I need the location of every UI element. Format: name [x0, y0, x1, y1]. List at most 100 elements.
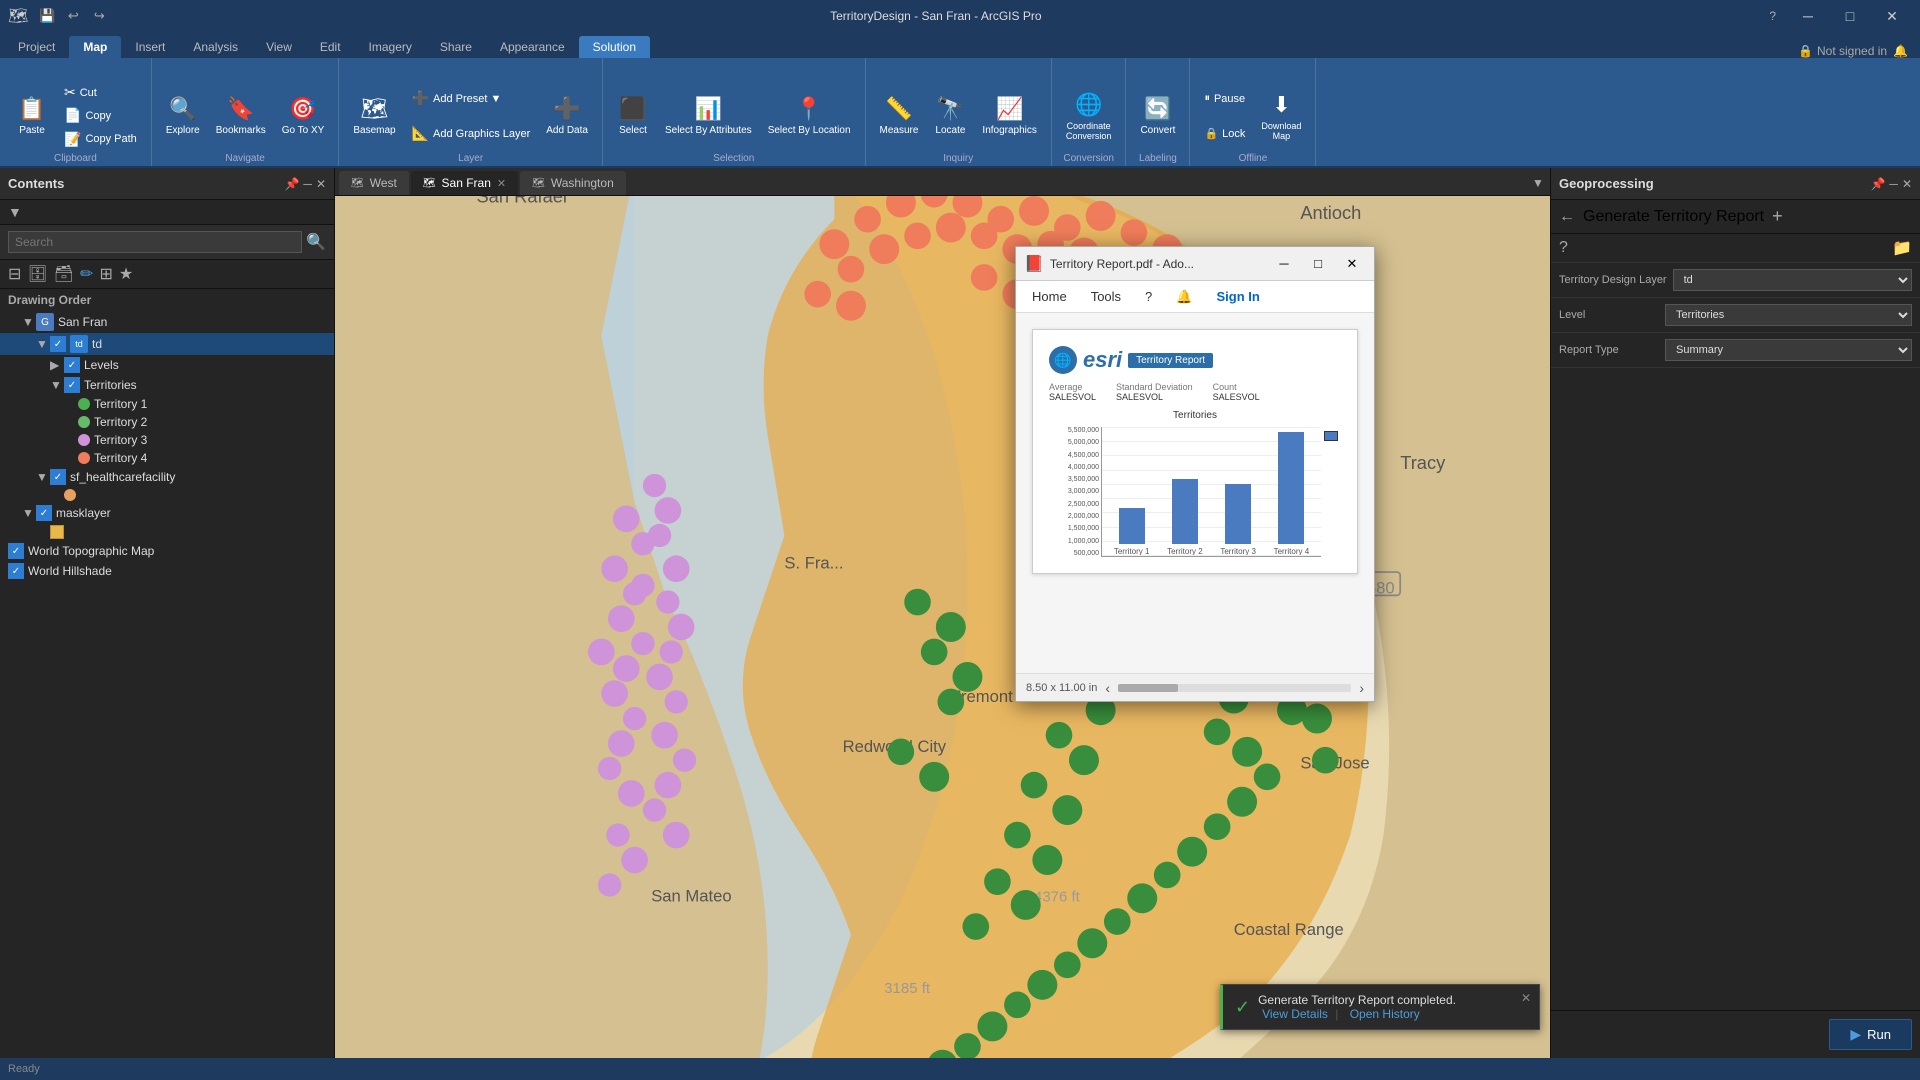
- pdf-signin[interactable]: Sign In: [1216, 289, 1259, 304]
- view-details-link[interactable]: View Details: [1262, 1007, 1328, 1021]
- pdf-maximize[interactable]: □: [1304, 251, 1332, 277]
- td-layer-select[interactable]: td: [1673, 269, 1912, 291]
- locate-button[interactable]: 🔭 Locate: [928, 81, 972, 151]
- search-icon[interactable]: 🔍: [306, 232, 326, 252]
- pdf-bell[interactable]: 🔔: [1176, 289, 1192, 305]
- basemap-button[interactable]: 🗺 Basemap: [347, 81, 401, 151]
- explore-button[interactable]: 🔍 Explore: [160, 81, 206, 151]
- pdf-scrollbar[interactable]: [1118, 684, 1351, 692]
- expander-td[interactable]: ▼: [36, 337, 50, 351]
- expander-levels[interactable]: ▶: [50, 358, 64, 372]
- tab-appearance[interactable]: Appearance: [486, 36, 579, 58]
- quick-access-undo[interactable]: ↩: [62, 5, 84, 27]
- checkbox-masklayer[interactable]: ✓: [36, 505, 52, 521]
- geo-back[interactable]: ←: [1559, 208, 1575, 226]
- layer-sanfran[interactable]: ▼ G San Fran: [0, 311, 334, 333]
- layer-masklayer[interactable]: ▼ ✓ masklayer: [0, 503, 334, 523]
- report-type-select[interactable]: Summary: [1665, 339, 1912, 361]
- addgraphics-button[interactable]: 📐 Add Graphics Layer: [406, 123, 537, 145]
- pdf-minimize[interactable]: ─: [1270, 251, 1298, 277]
- pdf-help[interactable]: ?: [1145, 289, 1152, 304]
- geo-minimize[interactable]: ─: [1889, 177, 1898, 191]
- layer-territory1[interactable]: Territory 1: [0, 395, 334, 413]
- help-button[interactable]: ?: [1761, 9, 1784, 23]
- adddata-button[interactable]: ➕ Add Data: [540, 81, 594, 151]
- layer-type-icon[interactable]: 🗃: [54, 264, 74, 284]
- addpreset-button[interactable]: ➕ Add Preset ▼: [406, 88, 537, 110]
- convert-button[interactable]: 🔄 Convert: [1134, 81, 1181, 151]
- checkbox-worldtopo[interactable]: ✓: [8, 543, 24, 559]
- pdf-tools[interactable]: Tools: [1091, 285, 1121, 308]
- database-icon[interactable]: 🗄: [27, 264, 47, 284]
- copypath-button[interactable]: 📝 Copy Path: [58, 128, 143, 150]
- edit-icon[interactable]: ✏: [80, 264, 93, 284]
- expander-sanfran[interactable]: ▼: [22, 315, 36, 329]
- copy-button[interactable]: 📄 Copy: [58, 105, 143, 127]
- pdf-content[interactable]: 🌐 esri Territory Report Average SALESVOL…: [1016, 313, 1374, 673]
- layer-territory2[interactable]: Territory 2: [0, 413, 334, 431]
- downloadmap-button[interactable]: ⬇ DownloadMap: [1255, 81, 1307, 151]
- quick-access-save[interactable]: 💾: [36, 5, 58, 27]
- search-input[interactable]: [8, 231, 302, 253]
- tab-sanfran[interactable]: 🗺 San Fran ✕: [411, 171, 518, 195]
- contents-minimize[interactable]: ─: [303, 177, 312, 191]
- pause-button[interactable]: ⏸ Pause: [1198, 88, 1251, 110]
- tab-washington[interactable]: 🗺 Washington: [520, 171, 626, 195]
- expander-sfhealth[interactable]: ▼: [36, 470, 50, 484]
- measure-button[interactable]: 📏 Measure: [874, 81, 925, 151]
- pdf-scroll-right[interactable]: ›: [1359, 680, 1364, 696]
- checkbox-worldhillshade[interactable]: ✓: [8, 563, 24, 579]
- layer-territory3[interactable]: Territory 3: [0, 431, 334, 449]
- sanfran-close[interactable]: ✕: [497, 177, 506, 190]
- paste-button[interactable]: 📋 Paste: [8, 81, 56, 151]
- tab-analysis[interactable]: Analysis: [179, 36, 252, 58]
- contents-close[interactable]: ✕: [316, 177, 326, 191]
- map-canvas[interactable]: San Rafael Antioch Tracy S. Fra... Fremo…: [335, 196, 1550, 1058]
- bookmarks-button[interactable]: 🔖 Bookmarks: [210, 81, 272, 151]
- tab-west[interactable]: 🗺 West: [339, 171, 409, 195]
- tab-imagery[interactable]: Imagery: [355, 36, 426, 58]
- geo-add[interactable]: +: [1772, 206, 1783, 227]
- checkbox-td[interactable]: ✓: [50, 336, 66, 352]
- notification-close[interactable]: ✕: [1521, 991, 1531, 1005]
- open-history-link[interactable]: Open History: [1350, 1007, 1420, 1021]
- checkbox-sfhealth[interactable]: ✓: [50, 469, 66, 485]
- notification-bell[interactable]: 🔔: [1893, 44, 1908, 58]
- layer-worldhillshade[interactable]: ✓ World Hillshade: [0, 561, 334, 581]
- star-icon[interactable]: ★: [119, 264, 133, 284]
- checkbox-levels[interactable]: ✓: [64, 357, 80, 373]
- geo-pin[interactable]: 📌: [1870, 177, 1885, 191]
- tab-share[interactable]: Share: [426, 36, 486, 58]
- coordconv-button[interactable]: 🌐 CoordinateConversion: [1060, 81, 1118, 151]
- run-button[interactable]: ▶ Run: [1829, 1019, 1912, 1050]
- cut-button[interactable]: ✂ Cut: [58, 82, 143, 104]
- list-view-icon[interactable]: ⊟: [8, 264, 21, 284]
- pdf-scrollbar-thumb[interactable]: [1118, 684, 1178, 692]
- tab-map[interactable]: Map: [69, 36, 121, 58]
- geo-folder-icon[interactable]: 📁: [1892, 238, 1912, 258]
- layer-levels[interactable]: ▶ ✓ Levels: [0, 355, 334, 375]
- pdf-scroll-left[interactable]: ‹: [1105, 680, 1110, 696]
- level-select[interactable]: Territories: [1665, 304, 1912, 326]
- maximize-button[interactable]: □: [1830, 1, 1870, 31]
- tab-view[interactable]: View: [252, 36, 306, 58]
- gotoxy-button[interactable]: 🎯 Go To XY: [276, 81, 331, 151]
- geo-close[interactable]: ✕: [1902, 177, 1912, 191]
- select-button[interactable]: ⬛ Select: [611, 81, 655, 151]
- filter-icon[interactable]: ▼: [8, 204, 22, 220]
- pdf-close[interactable]: ✕: [1338, 251, 1366, 277]
- layer-worldtopo[interactable]: ✓ World Topographic Map: [0, 541, 334, 561]
- close-button[interactable]: ✕: [1872, 1, 1912, 31]
- layer-territory4[interactable]: Territory 4: [0, 449, 334, 467]
- tab-project[interactable]: Project: [4, 36, 69, 58]
- minimize-button[interactable]: ─: [1788, 1, 1828, 31]
- layer-td[interactable]: ▼ ✓ td td: [0, 333, 334, 355]
- lock-button[interactable]: 🔒 Lock: [1198, 123, 1251, 145]
- contents-pin[interactable]: 📌: [284, 177, 299, 191]
- map-tab-arrow[interactable]: ▼: [1526, 171, 1550, 195]
- not-signed-in[interactable]: 🔒 Not signed in: [1798, 44, 1887, 58]
- selectattr-button[interactable]: 📊 Select By Attributes: [659, 81, 758, 151]
- geo-help-icon[interactable]: ?: [1559, 239, 1568, 257]
- layer-territories[interactable]: ▼ ✓ Territories: [0, 375, 334, 395]
- selectloc-button[interactable]: 📍 Select By Location: [762, 81, 857, 151]
